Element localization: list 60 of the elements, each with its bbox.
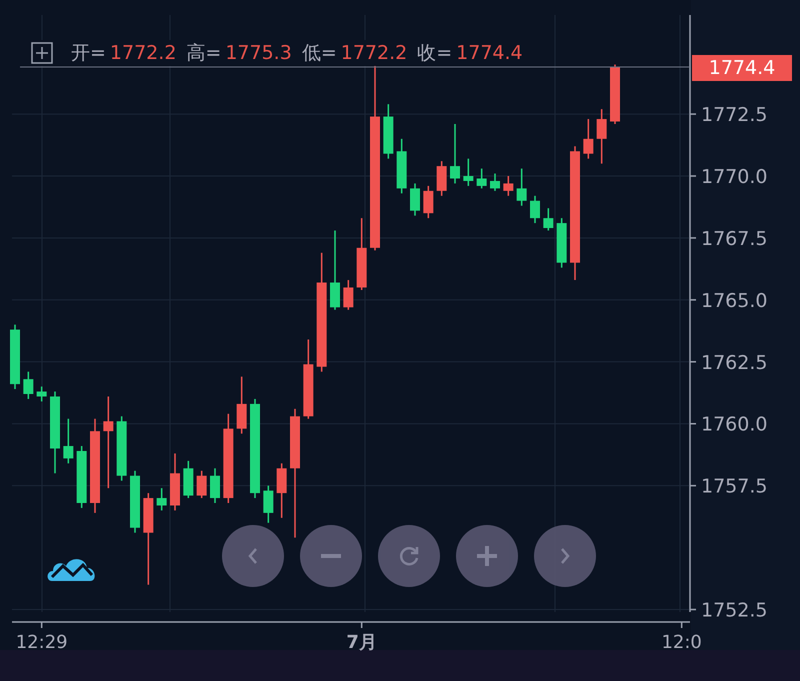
candle [450, 124, 460, 184]
candle [130, 470, 140, 533]
candle [516, 168, 527, 206]
candle [156, 488, 167, 510]
candle [463, 158, 474, 186]
current-price-tag: 1774.4 [692, 55, 792, 82]
candle [543, 208, 554, 231]
reset-icon [398, 545, 420, 567]
candle [383, 104, 394, 159]
candle [423, 186, 434, 218]
expand-icon[interactable] [31, 42, 53, 64]
time-label: 7月 [346, 632, 377, 653]
price-label: 1770.0 [701, 166, 768, 188]
candle [23, 372, 34, 399]
candle [63, 418, 74, 464]
candle [236, 376, 247, 434]
candle [263, 486, 274, 523]
candle [76, 446, 87, 508]
candle [183, 460, 194, 498]
candle [210, 468, 220, 503]
price-label: 1760.0 [701, 414, 768, 436]
candle [343, 280, 354, 310]
legend-value: 1772.2 [110, 42, 176, 64]
price-label: 1772.5 [701, 104, 768, 126]
minus-icon [321, 554, 341, 558]
candle [116, 416, 127, 481]
legend-value: 1772.2 [340, 42, 408, 64]
price-label: 1757.5 [701, 476, 768, 498]
candle [410, 183, 420, 216]
candle [170, 453, 180, 510]
legend-value: 1774.4 [456, 42, 523, 64]
price-label: 1765.0 [701, 290, 768, 312]
chevron-left-icon [247, 547, 259, 565]
price-label: 1762.5 [701, 352, 768, 374]
legend-label: 低= [302, 41, 337, 66]
legend-label: 开= [71, 41, 106, 66]
candle [476, 168, 487, 188]
candle [556, 218, 567, 268]
legend-label: 收= [417, 41, 452, 66]
price-label: 1752.5 [701, 600, 768, 622]
candle [596, 109, 607, 164]
time-label: 12:0 [661, 632, 702, 653]
candle [583, 119, 594, 159]
candle [436, 161, 447, 196]
candle [530, 196, 540, 224]
legend-value: 1775.3 [225, 42, 292, 64]
plus-icon [477, 546, 497, 566]
chevron-right-icon [559, 547, 571, 565]
candle [36, 386, 47, 402]
candle [610, 64, 620, 124]
candle [276, 463, 287, 518]
legend-label: 高= [186, 41, 222, 66]
candle [490, 174, 500, 191]
price-label: 1767.5 [701, 228, 768, 250]
time-label: 12:29 [16, 632, 68, 653]
candle [503, 176, 514, 196]
candle [396, 138, 407, 194]
candle [10, 324, 20, 390]
candle [196, 470, 207, 498]
candle [356, 218, 367, 290]
